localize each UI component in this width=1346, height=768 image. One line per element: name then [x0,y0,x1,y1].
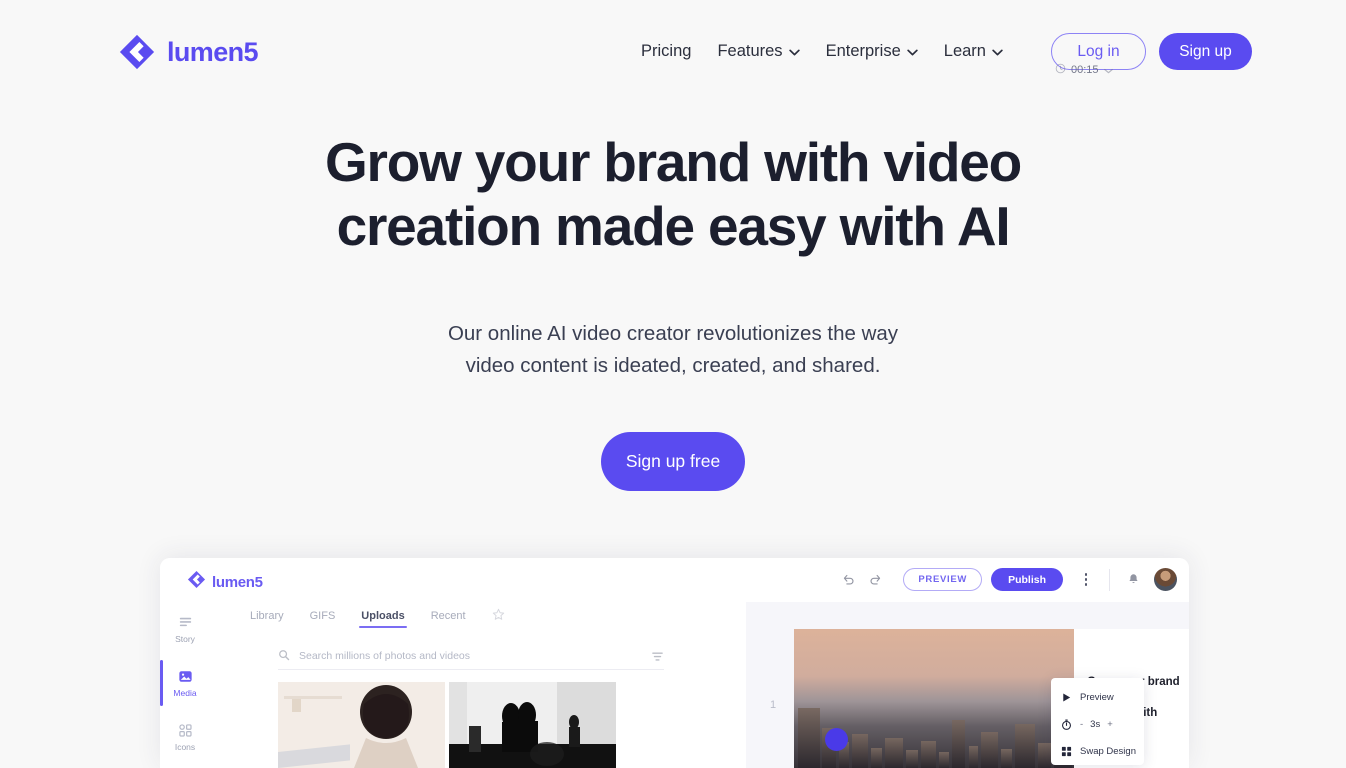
editor-toolbar: lumen5 PREVIEW Publish [160,558,1189,602]
sidebar-item-icons[interactable]: Icons [160,710,210,764]
tab-library[interactable]: Library [250,611,284,628]
avatar[interactable] [1154,568,1177,591]
site-logo[interactable]: lumen5 [118,33,259,71]
sidebar-item-label: Story [175,634,195,645]
sidebar-item-media[interactable]: Media [160,656,210,710]
nav-item-label: Features [717,42,783,60]
duration-increase-button[interactable]: + [1107,719,1113,730]
media-tabs: Library GIFS Uploads Recent [250,608,505,631]
hero-cta-container: Sign up free [0,382,1346,491]
preview-button[interactable]: PREVIEW [903,568,983,591]
nav-item-learn[interactable]: Learn [944,38,1003,65]
search-icon [278,648,290,666]
shapes-grid-icon [177,722,194,739]
list-item[interactable] [278,682,445,768]
media-thumbnail-grid [278,682,616,768]
signup-free-button[interactable]: Sign up free [601,432,745,491]
hero-subtitle: Our online AI video creator revolutioniz… [0,258,1346,382]
undo-arrow-icon[interactable] [835,566,862,593]
editor-logo[interactable]: lumen5 [187,570,263,594]
nav-item-pricing[interactable]: Pricing [641,38,691,65]
duration-stepper: - 3s + [1080,719,1113,730]
site-logo-text: lumen5 [167,36,259,67]
nav-item-label: Pricing [641,42,692,60]
tab-uploads[interactable]: Uploads [359,611,408,629]
chevron-down-icon [907,38,918,65]
lumen5-diamond-logo-icon [187,570,206,594]
editor-sidebar: Story Media Icons [160,602,210,768]
main-nav-links: Pricing Features Enterprise Learn [641,38,1003,65]
image-icon [177,668,194,685]
editor-logo-text: lumen5 [212,573,263,591]
context-menu-item-swap-design[interactable]: Swap Design [1051,738,1144,765]
grid-squares-icon [1061,746,1072,757]
scene-duration-value: 00:15 [1071,63,1099,76]
search-input-placeholder: Search millions of photos and videos [299,650,471,663]
more-vertical-icon[interactable] [1073,568,1099,592]
notification-bell-icon[interactable] [1120,566,1147,593]
purple-drag-handle[interactable] [825,728,848,751]
top-navigation-bar: lumen5 Pricing Features Enterprise Learn… [0,0,1346,103]
list-item[interactable] [449,682,616,768]
duration-value: 3s [1090,719,1101,730]
page-title: Grow your brand with video creation made… [0,103,1346,258]
sidebar-item-more[interactable] [160,764,210,768]
nav-item-label: Learn [943,42,986,60]
play-icon [1061,692,1072,703]
context-menu-item-label: Swap Design [1080,746,1136,757]
editor-toolbar-actions: PREVIEW Publish [835,566,1177,593]
media-search-bar[interactable]: Search millions of photos and videos [278,644,664,670]
redo-arrow-icon[interactable] [862,566,889,593]
tab-recent[interactable]: Recent [431,611,466,628]
scene-duration-indicator[interactable]: 00:15 [1055,61,1113,79]
slide-background-image [794,629,1074,768]
chevron-down-icon [992,38,1003,65]
clock-icon [1055,61,1066,79]
filter-icon[interactable] [651,650,664,663]
stopwatch-icon [1061,719,1072,730]
text-lines-icon [177,614,194,631]
nav-item-label: Enterprise [825,42,901,60]
context-menu-item-preview[interactable]: Preview [1051,684,1144,711]
context-menu-item-duration[interactable]: - 3s + [1051,711,1144,738]
nav-item-enterprise[interactable]: Enterprise [826,38,918,65]
scene-number: 1 [770,699,777,711]
chevron-down-icon [788,38,800,65]
app-preview-mockup: lumen5 PREVIEW Publish Story Media Icons… [160,558,1189,768]
sidebar-item-story[interactable]: Story [160,602,210,656]
hero-section: Grow your brand with video creation made… [0,103,1346,491]
nav-item-features[interactable]: Features [717,38,800,65]
publish-button[interactable]: Publish [991,568,1063,591]
canvas-left-gutter [729,602,746,768]
signup-button[interactable]: Sign up [1159,33,1252,70]
tab-gifs[interactable]: GIFS [310,611,336,628]
hero-title-line-2: creation made easy with AI [336,195,1011,257]
hero-title-line-1: Grow your brand with video [324,131,1022,193]
lumen5-diamond-logo-icon [118,33,156,71]
context-menu-item-label: Preview [1080,692,1114,703]
toolbar-divider [1109,568,1110,591]
sidebar-item-label: Icons [174,742,196,753]
media-panel: Library GIFS Uploads Recent Search milli… [210,602,729,768]
hero-subtitle-line-2: video content is ideated, created, and s… [465,354,881,377]
hero-subtitle-line-1: Our online AI video creator revolutioniz… [447,322,899,345]
scene-context-menu: Preview - 3s + Swap Design [1051,678,1144,765]
duration-decrease-button[interactable]: - [1080,719,1083,730]
chevron-down-icon [1103,61,1113,79]
sidebar-item-label: Media [173,688,197,699]
star-outline-icon[interactable] [492,608,505,631]
